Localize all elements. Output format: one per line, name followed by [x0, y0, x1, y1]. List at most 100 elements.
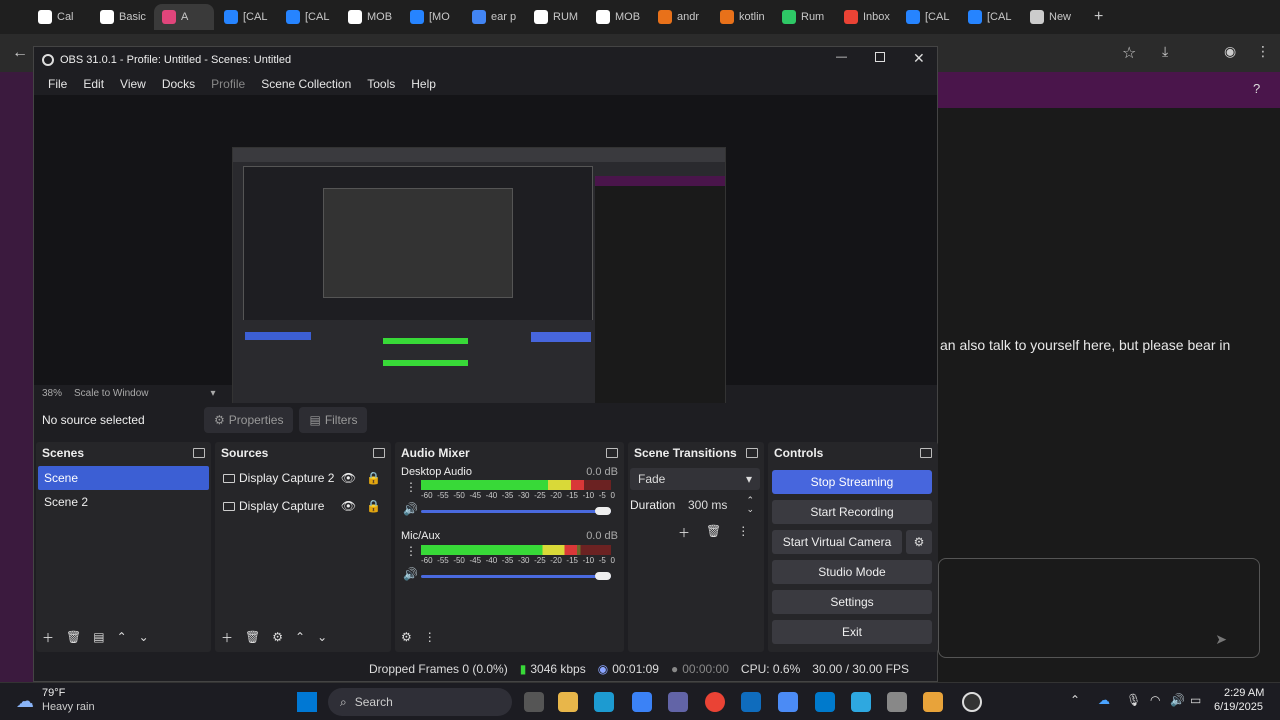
menu-edit[interactable]: Edit — [75, 73, 112, 95]
browser-tab[interactable]: [CAL — [216, 4, 276, 30]
new-tab-button[interactable]: + — [1086, 4, 1103, 30]
browser-tab[interactable]: Basic — [92, 4, 152, 30]
minimize-icon[interactable]: — — [836, 51, 847, 63]
send-icon[interactable]: ➤ — [1215, 631, 1227, 648]
file-explorer-icon[interactable] — [558, 692, 578, 712]
eye-icon[interactable]: 👁 — [341, 494, 356, 518]
outlook-icon[interactable] — [741, 692, 761, 712]
browser-tab[interactable]: [CAL — [278, 4, 338, 30]
scene-item[interactable]: Scene 2 — [38, 490, 209, 514]
browser-tab[interactable]: Cal — [30, 4, 90, 30]
filter-icon[interactable]: ▤ — [93, 630, 104, 644]
menu-tools[interactable]: Tools — [359, 73, 403, 95]
maximize-icon[interactable] — [875, 52, 885, 62]
popout-icon[interactable] — [606, 448, 618, 458]
wifi-icon[interactable]: ◠ — [1150, 693, 1160, 707]
volume-icon[interactable]: 🔊 — [1170, 693, 1185, 707]
chat-input-box[interactable]: ➤ — [938, 558, 1260, 658]
menu-profile[interactable]: Profile — [203, 73, 253, 95]
menu-view[interactable]: View — [112, 73, 154, 95]
mixer-settings-icon[interactable]: ⚙ — [401, 630, 412, 644]
lock-icon[interactable]: 🔒 — [366, 466, 381, 490]
menu-scene-collection[interactable]: Scene Collection — [253, 73, 359, 95]
menu-kebab-icon[interactable]: ⋮ — [1256, 43, 1270, 60]
app-icon[interactable] — [923, 692, 943, 712]
browser-tab[interactable]: RUM — [526, 4, 586, 30]
popout-icon[interactable] — [920, 448, 932, 458]
vscode-icon[interactable] — [815, 692, 835, 712]
kebab-icon[interactable]: ⋮ — [405, 480, 417, 494]
browser-tab[interactable]: kotlin — [712, 4, 772, 30]
kebab-icon[interactable]: ⋮ — [424, 630, 436, 644]
browser-tab[interactable]: MOB — [340, 4, 400, 30]
source-item[interactable]: Display Capture 👁 🔒 — [217, 494, 389, 518]
slider-knob[interactable] — [595, 572, 611, 580]
virtual-camera-settings-button[interactable]: ⚙ — [906, 530, 932, 554]
edge-icon[interactable] — [594, 692, 614, 712]
properties-button[interactable]: ⚙ Properties — [204, 407, 294, 433]
onedrive-icon[interactable]: ☁ — [1098, 693, 1110, 707]
transition-select[interactable]: Fade ▾ — [630, 468, 760, 490]
popout-icon[interactable] — [193, 448, 205, 458]
up-arrow-icon[interactable]: ⌃ — [295, 630, 305, 644]
help-icon[interactable]: ? — [1253, 81, 1260, 96]
close-icon[interactable]: ✕ — [913, 50, 925, 67]
down-arrow-icon[interactable]: ⌄ — [317, 630, 327, 644]
exit-button[interactable]: Exit — [772, 620, 932, 644]
browser-tab[interactable]: MOB — [588, 4, 648, 30]
menu-file[interactable]: File — [40, 73, 75, 95]
popout-icon[interactable] — [746, 448, 758, 458]
chevron-down-icon[interactable]: ▾ — [211, 388, 216, 399]
slider-knob[interactable] — [595, 507, 611, 515]
browser-tab[interactable]: [CAL — [960, 4, 1020, 30]
stop-streaming-button[interactable]: Stop Streaming — [772, 470, 932, 494]
download-icon[interactable]: ⤓ — [1162, 43, 1168, 60]
chevron-up-icon[interactable]: ⌃ — [1070, 693, 1080, 707]
up-arrow-icon[interactable]: ⌃ — [117, 630, 127, 644]
speaker-icon[interactable]: 🔊 — [403, 567, 418, 581]
trash-icon[interactable]: 🗑 — [245, 630, 260, 644]
add-icon[interactable]: ＋ — [221, 629, 233, 646]
gear-icon[interactable]: ⚙ — [272, 630, 283, 644]
trash-icon[interactable]: 🗑 — [706, 524, 721, 541]
filters-button[interactable]: ▤ Filters — [299, 407, 368, 433]
speaker-icon[interactable]: 🔊 — [403, 502, 418, 516]
volume-slider[interactable] — [421, 572, 611, 580]
obs-taskbar-icon[interactable] — [962, 692, 982, 712]
menu-docks[interactable]: Docks — [154, 73, 203, 95]
notepad-icon[interactable] — [851, 692, 871, 712]
lock-icon[interactable]: 🔒 — [366, 494, 381, 518]
browser-tab[interactable]: Inbox — [836, 4, 896, 30]
browser-tab[interactable]: Rum — [774, 4, 834, 30]
settings-button[interactable]: Settings — [772, 590, 932, 614]
studio-mode-button[interactable]: Studio Mode — [772, 560, 932, 584]
preview-area[interactable] — [34, 95, 937, 427]
browser-tab[interactable]: New — [1022, 4, 1084, 30]
add-icon[interactable]: ＋ — [42, 629, 54, 646]
start-virtual-camera-button[interactable]: Start Virtual Camera — [772, 530, 902, 554]
start-recording-button[interactable]: Start Recording — [772, 500, 932, 524]
scale-mode-select[interactable]: Scale to Window — [74, 388, 148, 399]
microphone-icon[interactable]: 🎙 — [1126, 693, 1141, 707]
task-view-icon[interactable] — [524, 692, 544, 712]
weather-icon[interactable]: ☁ — [16, 691, 34, 712]
browser-tab[interactable]: A — [154, 4, 214, 30]
add-icon[interactable]: ＋ — [678, 524, 690, 541]
profile-icon[interactable]: ◉ — [1224, 43, 1236, 60]
kebab-icon[interactable]: ⋮ — [737, 524, 749, 541]
source-item[interactable]: Display Capture 2 👁 🔒 — [217, 466, 389, 490]
chrome-icon[interactable] — [705, 692, 725, 712]
menu-help[interactable]: Help — [403, 73, 444, 95]
back-arrow-icon[interactable]: ← — [12, 44, 28, 62]
bookmark-star-icon[interactable]: ☆ — [1122, 43, 1136, 63]
store-icon[interactable] — [632, 692, 652, 712]
duration-spinbox[interactable]: 300 ms ⌃ ⌄ — [682, 494, 760, 516]
teams-icon[interactable] — [668, 692, 688, 712]
eye-icon[interactable]: 👁 — [341, 466, 356, 490]
spin-arrows-icon[interactable]: ⌃ ⌄ — [746, 496, 754, 514]
browser-tab[interactable]: andr — [650, 4, 710, 30]
browser-tab[interactable]: [CAL — [898, 4, 958, 30]
android-studio-icon[interactable] — [778, 692, 798, 712]
down-arrow-icon[interactable]: ⌄ — [139, 630, 149, 644]
browser-tab[interactable]: [MO — [402, 4, 462, 30]
